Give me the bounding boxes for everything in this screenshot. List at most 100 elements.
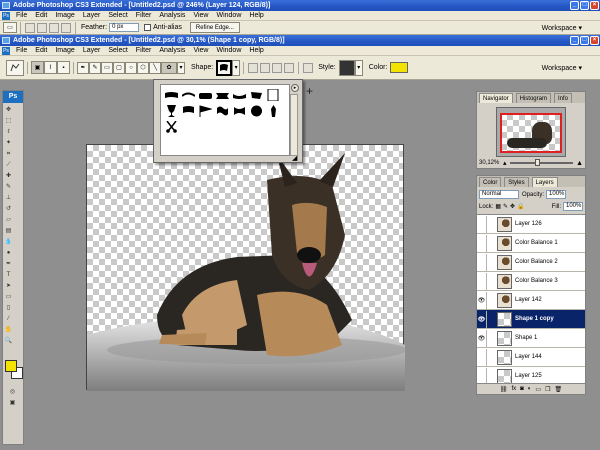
layer-row[interactable]: 👁 Shape 1	[477, 329, 585, 348]
exclude-icon[interactable]	[284, 62, 295, 73]
tab-styles[interactable]: Styles	[504, 177, 529, 187]
outer-menu-file[interactable]: File	[12, 12, 31, 19]
scissors-shape-icon[interactable]	[164, 120, 179, 134]
tab-info[interactable]: Info	[553, 93, 572, 103]
subtract-selection-icon[interactable]	[49, 22, 59, 33]
lock-position-icon[interactable]: ✥	[510, 203, 515, 210]
brush-tool-icon[interactable]: ✎	[4, 183, 13, 192]
shape-layers-icon[interactable]: ▣	[31, 61, 44, 74]
banner-shape-2-icon[interactable]	[181, 88, 196, 102]
eyedropper-icon[interactable]: ⁄	[4, 315, 13, 324]
visibility-toggle[interactable]	[477, 367, 487, 385]
maximize-button[interactable]: □	[580, 1, 589, 10]
marquee-tool-icon[interactable]: ⬚	[4, 117, 13, 126]
layer-row[interactable]: 👁 Shape 1 copy	[477, 310, 585, 329]
outer-menu-layer[interactable]: Layer	[79, 12, 105, 19]
antialias-checkbox[interactable]	[144, 24, 152, 31]
feather-field[interactable]: 0 px	[109, 23, 140, 32]
outer-menu-window[interactable]: Window	[212, 12, 245, 19]
lock-all-icon[interactable]: 🔒	[517, 203, 524, 210]
tab-navigator[interactable]: Navigator	[479, 93, 513, 103]
style-swatch[interactable]	[338, 59, 355, 76]
type-tool-icon[interactable]: T	[4, 271, 13, 280]
refine-edge-button[interactable]: Refine Edge...	[189, 22, 240, 33]
inner-workspace-button[interactable]: Workspace ▾	[542, 64, 582, 72]
gradient-tool-icon[interactable]: ▤	[4, 227, 13, 236]
outer-workspace-button[interactable]: Workspace ▾	[542, 24, 582, 32]
custom-shape-picker[interactable]: ▸ ◢	[153, 79, 303, 163]
ornament-shape-icon[interactable]	[266, 104, 281, 118]
quick-mask-icon[interactable]: ◎	[8, 388, 17, 397]
ribbon-shape-icon[interactable]	[181, 104, 196, 118]
slice-tool-icon[interactable]: ⟋	[4, 161, 13, 170]
tab-layers[interactable]: Layers	[531, 177, 558, 187]
mask-icon[interactable]: ◙	[520, 386, 524, 392]
minimize-button[interactable]: _	[570, 1, 579, 10]
blend-mode-select[interactable]: Normal	[479, 190, 519, 199]
add-selection-icon[interactable]	[37, 22, 47, 33]
link-icon[interactable]: ⛓	[500, 386, 508, 393]
zoom-tool-icon[interactable]: 🔍	[4, 337, 13, 346]
outer-menu-help[interactable]: Help	[245, 12, 267, 19]
foreground-color-swatch[interactable]	[5, 360, 17, 372]
hand-tool-icon[interactable]: ✋	[4, 326, 13, 335]
inner-maximize-button[interactable]: □	[580, 36, 589, 45]
ellipse-tool-icon[interactable]: ○	[125, 61, 137, 74]
picker-menu-arrow-icon[interactable]: ▸	[291, 84, 299, 92]
path-select-icon[interactable]: ➤	[4, 282, 13, 291]
polygon-tool-icon[interactable]: ⬡	[137, 61, 149, 74]
visibility-toggle[interactable]	[477, 348, 487, 366]
geometry-options-arrow[interactable]: ▾	[177, 61, 185, 74]
visibility-toggle[interactable]	[477, 272, 487, 290]
eye-icon[interactable]: 👁	[477, 329, 487, 347]
visibility-toggle[interactable]	[477, 215, 487, 233]
inner-menu-file[interactable]: File	[12, 47, 31, 54]
fill-field[interactable]: 100%	[563, 202, 583, 211]
color-swatch[interactable]	[390, 62, 409, 73]
layer-row[interactable]: Color Balance 3	[477, 272, 585, 291]
outer-menu-filter[interactable]: Filter	[132, 12, 156, 19]
adjustment-icon[interactable]: ◐	[528, 386, 532, 392]
eye-icon[interactable]: 👁	[477, 291, 487, 309]
banner-shape-6-icon[interactable]	[249, 88, 264, 102]
inner-menu-image[interactable]: Image	[51, 47, 78, 54]
layer-row[interactable]: 👁 Layer 142	[477, 291, 585, 310]
outer-menu-select[interactable]: Select	[104, 12, 131, 19]
visibility-toggle[interactable]	[477, 253, 487, 271]
notes-tool-icon[interactable]: ▯	[4, 304, 13, 313]
inner-menu-window[interactable]: Window	[212, 47, 245, 54]
intersect-selection-icon[interactable]	[61, 22, 71, 33]
picker-resize-grip[interactable]: ◢	[292, 154, 300, 162]
blur-tool-icon[interactable]: 💧	[4, 238, 13, 247]
outer-menu-view[interactable]: View	[189, 12, 212, 19]
pen-tool-icon-box[interactable]: ✒	[4, 260, 13, 269]
tab-color[interactable]: Color	[479, 177, 502, 187]
layer-row[interactable]: Color Balance 2	[477, 253, 585, 272]
flag-shape-2-icon[interactable]	[215, 104, 230, 118]
layer-row[interactable]: Color Balance 1	[477, 234, 585, 253]
inner-menu-select[interactable]: Select	[104, 47, 131, 54]
inner-menu-filter[interactable]: Filter	[132, 47, 156, 54]
intersect-icon[interactable]	[272, 62, 283, 73]
shape-dropdown-arrow[interactable]: ▾	[232, 59, 241, 76]
layer-row[interactable]: Layer 144	[477, 348, 585, 367]
zoom-in-icon[interactable]: ▲	[576, 160, 583, 167]
opacity-field[interactable]: 100%	[546, 190, 567, 199]
fx-icon[interactable]: fx	[512, 386, 517, 392]
lock-pixels-icon[interactable]: ✎	[503, 203, 508, 210]
trash-icon[interactable]: 🗑	[554, 386, 562, 393]
tool-preset-icon[interactable]	[6, 59, 24, 76]
visibility-toggle[interactable]	[477, 234, 487, 252]
outer-menu-edit[interactable]: Edit	[31, 12, 51, 19]
marquee-preset-icon[interactable]: ▭	[3, 22, 17, 33]
rounded-rectangle-icon[interactable]: ▢	[113, 61, 125, 74]
layer-row[interactable]: Layer 126	[477, 215, 585, 234]
subtract-icon[interactable]	[260, 62, 271, 73]
document-canvas[interactable]	[86, 144, 405, 391]
paths-icon[interactable]: ⌇	[44, 61, 57, 74]
close-button[interactable]: ×	[590, 1, 599, 10]
folder-icon[interactable]: ▭	[535, 386, 541, 393]
pen-tool-icon[interactable]: ✒	[77, 61, 89, 74]
line-tool-icon[interactable]: ╲	[149, 61, 161, 74]
flag-shape-1-icon[interactable]	[198, 104, 213, 118]
